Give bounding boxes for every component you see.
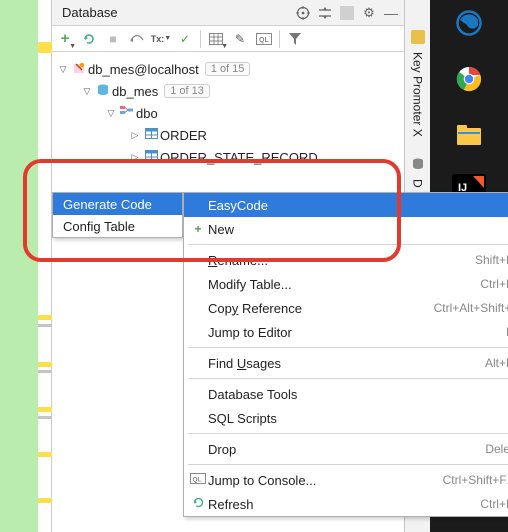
console-icon[interactable]: QL (255, 30, 273, 48)
count-badge: 1 of 13 (164, 84, 210, 98)
gear-icon[interactable]: ⚙ (362, 6, 376, 20)
target-icon[interactable] (296, 6, 310, 20)
menu-new[interactable]: +New▸ (184, 217, 508, 241)
menu-drop[interactable]: DropDelete (184, 437, 508, 461)
plus-icon: + (188, 222, 208, 236)
key-promoter-label[interactable]: Key Promoter X (411, 52, 425, 137)
menu-refresh[interactable]: RefreshCtrl+F5 (184, 492, 508, 516)
tree-label: db_mes@localhost (88, 62, 199, 77)
tree-label: dbo (136, 106, 158, 121)
tree-label: ORDER (160, 128, 207, 143)
expand-icon[interactable]: ▷ (128, 152, 142, 163)
expand-icon[interactable]: ▷ (128, 130, 142, 141)
count-badge: 1 of 15 (205, 62, 251, 76)
menu-jump-console[interactable]: QLJump to Console...Ctrl+Shift+F10 (184, 468, 508, 492)
context-submenu: Generate Code Config Table (52, 192, 183, 238)
tree-table-row[interactable]: ▷ ORDER_STATE_RECORD (52, 146, 404, 168)
menu-config-table[interactable]: Config Table (53, 215, 182, 237)
menu-sql-scripts[interactable]: SQL Scripts▸ (184, 406, 508, 430)
tree-datasource-row[interactable]: ▽ db_mes@localhost 1 of 15 (52, 58, 404, 80)
menu-generate-code[interactable]: Generate Code (53, 193, 182, 215)
expand-icon[interactable]: ▽ (56, 64, 70, 75)
tree-table-row[interactable]: ▷ ORDER (52, 124, 404, 146)
minimize-icon[interactable]: — (384, 6, 398, 20)
commit-icon[interactable]: ✓ (176, 30, 194, 48)
menu-find-usages[interactable]: Find UsagesAlt+F7 (184, 351, 508, 375)
database-tree: ▽ db_mes@localhost 1 of 15 ▽ db_mes 1 of… (52, 52, 404, 168)
menu-modify-table[interactable]: Modify Table...Ctrl+F6 (184, 272, 508, 296)
menu-rename[interactable]: Rename...Shift+F6 (184, 248, 508, 272)
tree-label: db_mes (112, 84, 158, 99)
tree-database-row[interactable]: ▽ db_mes 1 of 13 (52, 80, 404, 102)
explorer-app-icon[interactable] (452, 118, 486, 152)
expand-icon[interactable]: ▽ (80, 86, 94, 97)
panel-title: Database (58, 5, 296, 20)
stop-icon[interactable]: ■ (104, 30, 122, 48)
svg-text:QL: QL (259, 37, 269, 44)
split-icon[interactable] (318, 6, 332, 20)
filter-icon[interactable] (286, 30, 304, 48)
tree-schema-row[interactable]: ▽ dbo (52, 102, 404, 124)
menu-easycode[interactable]: EasyCode▶ (184, 193, 508, 217)
tx-icon[interactable]: Tx:▼ (152, 30, 170, 48)
key-promoter-icon[interactable] (411, 30, 425, 44)
database-toolbar: +▼ ■ Tx:▼ ✓ ▼ ✎ QL (52, 26, 404, 52)
context-menu: EasyCode▶ +New▸ Rename...Shift+F6 Modify… (183, 192, 508, 517)
refresh-icon[interactable] (80, 30, 98, 48)
svg-text:QL: QL (193, 477, 202, 484)
table-icon (142, 128, 160, 142)
chrome-app-icon[interactable] (452, 62, 486, 96)
panel-header: Database ⚙ — (52, 0, 404, 26)
rollback-icon[interactable] (128, 30, 146, 48)
database-tool-label[interactable]: D (411, 179, 425, 188)
database-icon (94, 83, 112, 100)
datasource-icon (70, 61, 88, 78)
menu-jump-editor[interactable]: Jump to EditorF4 (184, 320, 508, 344)
console-icon: QL (188, 473, 208, 487)
expand-icon[interactable]: ▽ (104, 108, 118, 119)
schema-icon (118, 106, 136, 121)
tree-label: ORDER_STATE_RECORD (160, 150, 318, 165)
database-tool-icon[interactable] (411, 157, 425, 171)
edit-icon[interactable]: ✎ (231, 30, 249, 48)
table-icon[interactable]: ▼ (207, 30, 225, 48)
menu-copy-reference[interactable]: Copy ReferenceCtrl+Alt+Shift+C (184, 296, 508, 320)
add-icon[interactable]: +▼ (56, 30, 74, 48)
table-icon (142, 150, 160, 164)
edge-app-icon[interactable] (452, 6, 486, 40)
menu-database-tools[interactable]: Database Tools▸ (184, 382, 508, 406)
refresh-icon (188, 496, 208, 512)
